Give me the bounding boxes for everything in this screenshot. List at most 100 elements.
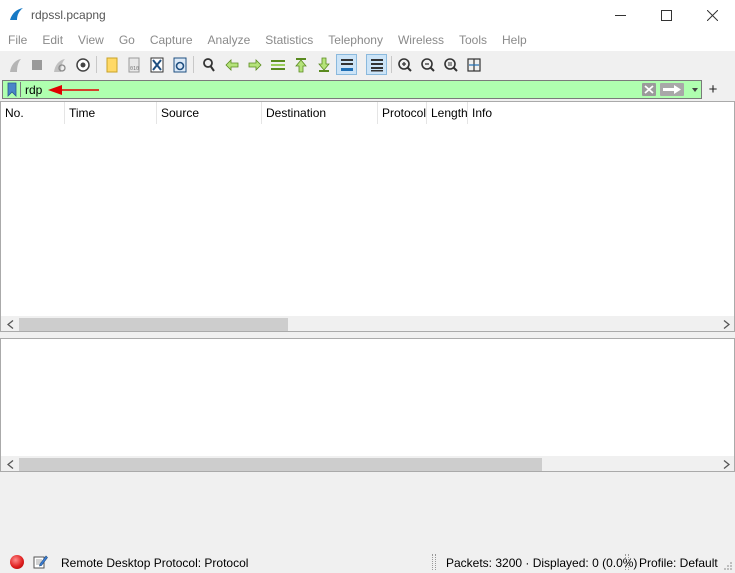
normal-size-button[interactable]: [440, 54, 461, 75]
capture-options-icon: [75, 57, 90, 72]
go-last-button[interactable]: [313, 54, 334, 75]
zoom-out-button[interactable]: [417, 54, 438, 75]
toolbar-separator: [96, 56, 97, 73]
menu-wireless[interactable]: Wireless: [390, 30, 451, 51]
annotation-arrow: [48, 85, 99, 95]
colorize-icon: [370, 58, 383, 71]
menu-view[interactable]: View: [70, 30, 111, 51]
go-first-icon: [294, 57, 307, 72]
go-first-button[interactable]: [290, 54, 311, 75]
title-bar: rdpssl.pcapng: [0, 0, 735, 30]
svg-text:010: 010: [130, 66, 139, 72]
go-forward-icon: [248, 58, 262, 71]
scrollbar-thumb[interactable]: [19, 458, 542, 471]
find-packet-button[interactable]: [198, 54, 219, 75]
column-header-info[interactable]: Info: [468, 102, 734, 124]
menu-file[interactable]: File: [0, 30, 34, 51]
maximize-icon: [660, 9, 672, 21]
start-capture-icon: [9, 58, 21, 72]
status-profile-text[interactable]: Profile: Default: [639, 556, 718, 570]
restart-capture-icon: [53, 58, 66, 72]
zoom-in-icon: [397, 57, 412, 72]
close-icon: [706, 9, 718, 21]
clear-filter-icon[interactable]: [641, 82, 657, 97]
menu-edit[interactable]: Edit: [34, 30, 70, 51]
find-packet-icon: [202, 57, 215, 72]
chevron-down-icon[interactable]: [689, 83, 701, 96]
packet-list-pane[interactable]: No. Time Source Destination Protocol Len…: [0, 101, 735, 332]
status-protocol-text: Remote Desktop Protocol: Protocol: [61, 556, 249, 570]
minimize-button[interactable]: [597, 0, 643, 30]
go-forward-button[interactable]: [244, 54, 265, 75]
go-last-icon: [317, 57, 330, 72]
zoom-out-icon: [420, 57, 435, 72]
close-file-button[interactable]: [146, 54, 167, 75]
go-back-button[interactable]: [221, 54, 242, 75]
open-file-button[interactable]: [101, 54, 122, 75]
save-file-button[interactable]: 010: [123, 54, 144, 75]
close-file-icon: [150, 57, 163, 72]
wireshark-fin-icon: [10, 8, 23, 20]
column-header-destination[interactable]: Destination: [262, 102, 378, 124]
restart-capture-button[interactable]: [48, 54, 69, 75]
colorize-button[interactable]: [366, 54, 387, 75]
column-header-length[interactable]: Length: [427, 102, 468, 124]
capture-comment-icon[interactable]: [33, 554, 48, 569]
status-divider[interactable]: [432, 554, 436, 570]
main-toolbar: 010: [0, 51, 735, 78]
reload-file-button[interactable]: [169, 54, 190, 75]
go-to-packet-icon: [270, 59, 285, 70]
reload-file-icon: [173, 57, 186, 72]
display-filter-input[interactable]: [21, 81, 621, 98]
status-divider[interactable]: [625, 554, 629, 570]
scroll-left-icon[interactable]: [3, 317, 18, 332]
scrollbar-thumb[interactable]: [19, 318, 288, 331]
status-packets-text: Packets: 3200 · Displayed: 0 (0.0%): [446, 556, 638, 570]
scroll-left-icon[interactable]: [3, 457, 18, 472]
menu-tools[interactable]: Tools: [451, 30, 494, 51]
packet-details-pane[interactable]: [0, 338, 735, 472]
open-file-icon: [106, 57, 117, 72]
go-back-icon: [224, 58, 238, 71]
menu-capture[interactable]: Capture: [142, 30, 200, 51]
stop-capture-button[interactable]: [26, 54, 47, 75]
bookmark-icon[interactable]: [6, 82, 18, 97]
display-filter-bar: [2, 80, 702, 99]
stop-capture-icon: [31, 59, 42, 70]
zoom-in-button[interactable]: [394, 54, 415, 75]
status-bar: Remote Desktop Protocol: Protocol Packet…: [0, 551, 735, 573]
menu-analyze[interactable]: Analyze: [200, 30, 258, 51]
menu-help[interactable]: Help: [494, 30, 534, 51]
normal-size-icon: [443, 57, 458, 72]
menu-bar: File Edit View Go Capture Analyze Statis…: [0, 30, 735, 51]
save-file-icon: 010: [128, 57, 139, 72]
capture-options-button[interactable]: [72, 54, 93, 75]
menu-go[interactable]: Go: [111, 30, 142, 51]
window-title: rdpssl.pcapng: [31, 8, 106, 22]
column-header-source[interactable]: Source: [157, 102, 262, 124]
maximize-button[interactable]: [643, 0, 689, 30]
wireshark-window: rdpssl.pcapng File Edit View Go Capture …: [0, 0, 735, 573]
details-horizontal-scrollbar[interactable]: [1, 456, 734, 471]
start-capture-button[interactable]: [4, 54, 25, 75]
toolbar-separator: [391, 56, 392, 73]
autoscroll-button[interactable]: [336, 54, 357, 75]
menu-telephony[interactable]: Telephony: [320, 30, 390, 51]
add-filter-button[interactable]: +: [706, 80, 720, 99]
expert-info-led-icon[interactable]: [10, 555, 24, 569]
minimize-icon: [614, 14, 626, 16]
menu-statistics[interactable]: Statistics: [257, 30, 320, 51]
resize-columns-icon: [466, 57, 481, 72]
scroll-right-icon[interactable]: [719, 457, 734, 472]
column-header-no[interactable]: No.: [1, 102, 65, 124]
resize-columns-button[interactable]: [463, 54, 484, 75]
close-button[interactable]: [689, 0, 735, 30]
go-to-packet-button[interactable]: [267, 54, 288, 75]
toolbar-separator: [193, 56, 194, 73]
column-header-time[interactable]: Time: [65, 102, 157, 124]
resize-grip-icon[interactable]: [723, 561, 733, 571]
column-header-protocol[interactable]: Protocol: [378, 102, 427, 124]
apply-filter-arrow-icon[interactable]: [660, 83, 684, 96]
packet-list-horizontal-scrollbar[interactable]: [1, 316, 734, 331]
scroll-right-icon[interactable]: [719, 317, 734, 332]
